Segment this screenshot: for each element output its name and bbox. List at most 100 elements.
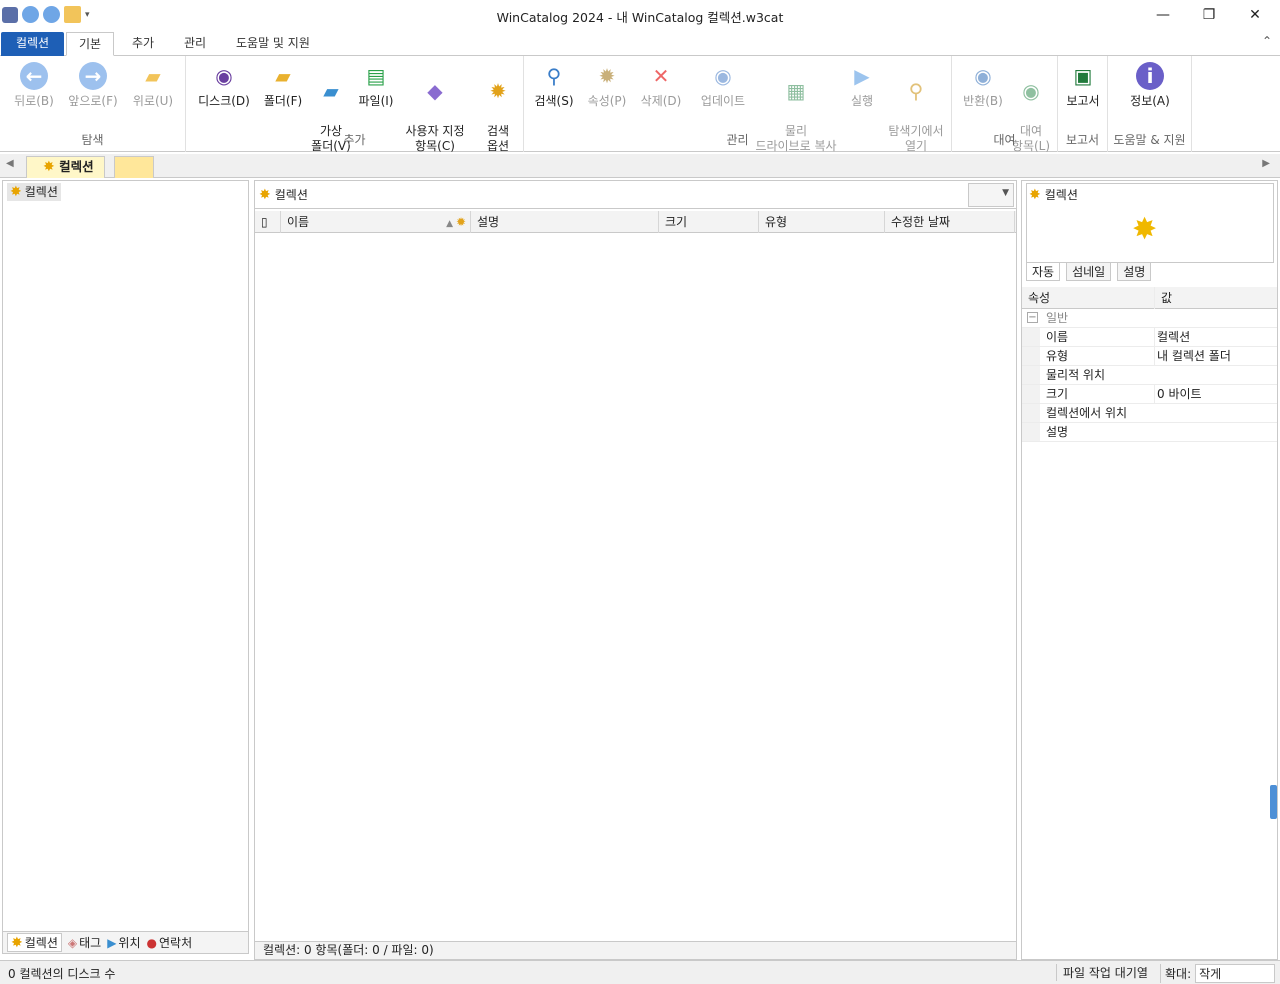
about-button[interactable]: i 정보(A) xyxy=(1126,62,1174,109)
tab-add[interactable]: 추가 xyxy=(120,32,166,56)
column-description[interactable]: 설명 xyxy=(471,211,659,233)
tab-tags[interactable]: ◈ 태그 xyxy=(68,934,101,951)
preview-tab-thumbnail[interactable]: 섬네일 xyxy=(1066,263,1112,281)
property-header-key: 속성 xyxy=(1028,291,1051,305)
delete-label: 삭제(D) xyxy=(640,94,682,108)
property-row[interactable]: 이름 컬렉션 xyxy=(1022,328,1277,347)
drive-copy-icon: ▦ xyxy=(786,78,806,103)
delete-button[interactable]: ✕ 삭제(D) xyxy=(638,62,684,109)
property-row[interactable]: 컬렉션에서 위치 xyxy=(1022,404,1277,423)
new-tab-button[interactable] xyxy=(114,156,154,178)
property-row[interactable]: 크기 0 바이트 xyxy=(1022,385,1277,404)
run-label: 실행 xyxy=(850,94,874,108)
property-grid: 속성 값 − 일반 이름 컬렉션 유형 내 컬렉션 폴더 물리적 위치 크기 0 바이… xyxy=(1022,287,1277,442)
properties-label: 속성(P) xyxy=(587,94,627,108)
view-mode-button[interactable]: ▼ xyxy=(968,183,1014,207)
collection-star-icon: ✸ xyxy=(10,184,22,200)
search-label: 검색(S) xyxy=(534,94,574,108)
tab-manage[interactable]: 관리 xyxy=(172,32,218,56)
report-button[interactable]: ▣ 보고서 xyxy=(1060,62,1106,109)
back-label: 뒤로(B) xyxy=(14,94,54,108)
scroll-left-icon[interactable]: ◀ xyxy=(6,158,14,169)
return-label: 반환(B) xyxy=(963,94,1003,108)
tab-home[interactable]: 기본 xyxy=(66,32,115,56)
column-type[interactable]: 유형 xyxy=(759,211,885,233)
properties-button[interactable]: ✹ 속성(P) xyxy=(584,62,630,109)
info-icon: i xyxy=(1136,62,1164,90)
tree-root-collection[interactable]: ✸ 컬렉션 xyxy=(7,183,61,201)
tab-collection-label: 컬렉션 xyxy=(24,936,58,950)
update-icon: ◉ xyxy=(714,63,732,88)
about-label: 정보(A) xyxy=(1130,94,1170,108)
property-header-value: 값 xyxy=(1154,287,1277,309)
up-button[interactable]: ▰ 위로(U) xyxy=(130,62,176,109)
update-button[interactable]: ◉ 업데이트 xyxy=(694,62,752,109)
group-label-manage: 관리 xyxy=(726,133,749,147)
add-disk-button[interactable]: ◉ 디스크(D) xyxy=(196,62,252,109)
tab-locations[interactable]: ▶ 위치 xyxy=(107,934,140,951)
group-label-report: 보고서 xyxy=(1065,133,1100,147)
property-row[interactable]: 물리적 위치 xyxy=(1022,366,1277,385)
maximize-button[interactable]: ❐ xyxy=(1186,4,1232,26)
file-add-icon: ▤ xyxy=(366,63,386,88)
explorer-search-icon: ⚲ xyxy=(908,78,924,103)
tab-contacts-label: 연락처 xyxy=(159,936,193,950)
property-key: 설명 xyxy=(1046,425,1069,439)
tab-help[interactable]: 도움말 및 지원 xyxy=(224,32,322,56)
properties-pane: ✸ 컬렉션 ✸ 자동 섬네일 설명 속성 값 − 일반 이름 컬렉션 유형 내 컬렉… xyxy=(1021,180,1278,960)
tab-contacts[interactable]: ● 연락처 xyxy=(147,934,193,951)
preview-tab-description[interactable]: 설명 xyxy=(1117,263,1152,281)
title-bar: ▾ WinCatalog 2024 - 내 WinCatalog 컬렉션.w3c… xyxy=(0,0,1280,30)
column-name[interactable]: 이름 ▲ ✹ xyxy=(281,211,471,233)
zoom-control: 확대: 작게 xyxy=(1160,964,1276,983)
property-row[interactable]: 설명 xyxy=(1022,423,1277,442)
column-header: ▯ 이름 ▲ ✹ 설명 크기 유형 수정한 날짜 xyxy=(255,211,1016,233)
search-icon: ⚲ xyxy=(546,63,562,88)
add-folder-button[interactable]: ▰ 폴더(F) xyxy=(258,62,308,109)
tag-icon: ◈ xyxy=(67,935,78,950)
file-queue-button[interactable]: 파일 작업 대기열 xyxy=(1056,964,1148,981)
add-disk-label: 디스크(D) xyxy=(198,94,250,108)
file-list-pane: ✸ 컬렉션 ▼ ▯ 이름 ▲ ✹ 설명 크기 유형 수정한 날짜 컬렉션: 0 … xyxy=(254,180,1017,960)
property-category[interactable]: − 일반 xyxy=(1022,309,1277,328)
preview-tab-auto[interactable]: 자동 xyxy=(1026,263,1061,281)
back-button[interactable]: ← 뒤로(B) xyxy=(12,62,56,109)
forward-button[interactable]: → 앞으로(F) xyxy=(66,62,120,109)
scroll-right-icon[interactable]: ▶ xyxy=(1262,158,1270,169)
property-header: 속성 값 xyxy=(1022,287,1277,309)
up-label: 위로(U) xyxy=(132,94,174,108)
search-button[interactable]: ⚲ 검색(S) xyxy=(532,62,576,109)
preview-box: ✸ 컬렉션 ✸ xyxy=(1026,183,1274,263)
run-button[interactable]: ▶ 실행 xyxy=(844,62,880,109)
folder-up-icon: ▰ xyxy=(145,63,161,88)
property-row[interactable]: 유형 내 컬렉션 폴더 xyxy=(1022,347,1277,366)
minimize-button[interactable]: — xyxy=(1140,4,1186,26)
collection-star-icon: ✸ xyxy=(1029,186,1041,203)
collection-star-icon: ✸ xyxy=(43,159,55,175)
add-file-button[interactable]: ▤ 파일(I) xyxy=(356,62,396,109)
collapse-ribbon-icon[interactable]: ⌃ xyxy=(1262,34,1272,48)
property-category-label: 일반 xyxy=(1046,311,1069,325)
zoom-select[interactable]: 작게 xyxy=(1195,964,1276,983)
custom-item-icon: ◆ xyxy=(427,78,443,103)
location-icon: ▶ xyxy=(107,935,117,950)
collapse-icon[interactable]: − xyxy=(1027,312,1038,323)
column-modified[interactable]: 수정한 날짜 xyxy=(885,211,1015,233)
group-lend: ◉ 반환(B) ◉ 대여 항목(L) 대여 xyxy=(952,56,1058,153)
property-key: 이름 xyxy=(1046,330,1069,344)
preview-tabs: 자동 섬네일 설명 xyxy=(1026,263,1152,281)
column-icon[interactable]: ▯ xyxy=(255,211,281,233)
address-bar[interactable]: ✸ 컬렉션 ▼ xyxy=(255,181,1016,209)
preview-title: ✸ 컬렉션 xyxy=(1029,186,1078,203)
column-size[interactable]: 크기 xyxy=(659,211,759,233)
return-button[interactable]: ◉ 반환(B) xyxy=(960,62,1006,109)
folder-add-icon: ▰ xyxy=(275,63,291,88)
tab-file[interactable]: 컬렉션 xyxy=(1,32,64,56)
tab-collection[interactable]: ✸ 컬렉션 xyxy=(7,933,62,952)
scrollbar-thumb[interactable] xyxy=(1270,785,1277,819)
group-label-lend: 대여 xyxy=(993,133,1016,147)
tab-tags-label: 태그 xyxy=(79,936,102,950)
sort-asc-icon: ▲ ✹ xyxy=(446,215,466,229)
close-button[interactable]: ✕ xyxy=(1232,4,1278,26)
doc-tab-collection[interactable]: ✸ 컬렉션 xyxy=(26,156,105,178)
